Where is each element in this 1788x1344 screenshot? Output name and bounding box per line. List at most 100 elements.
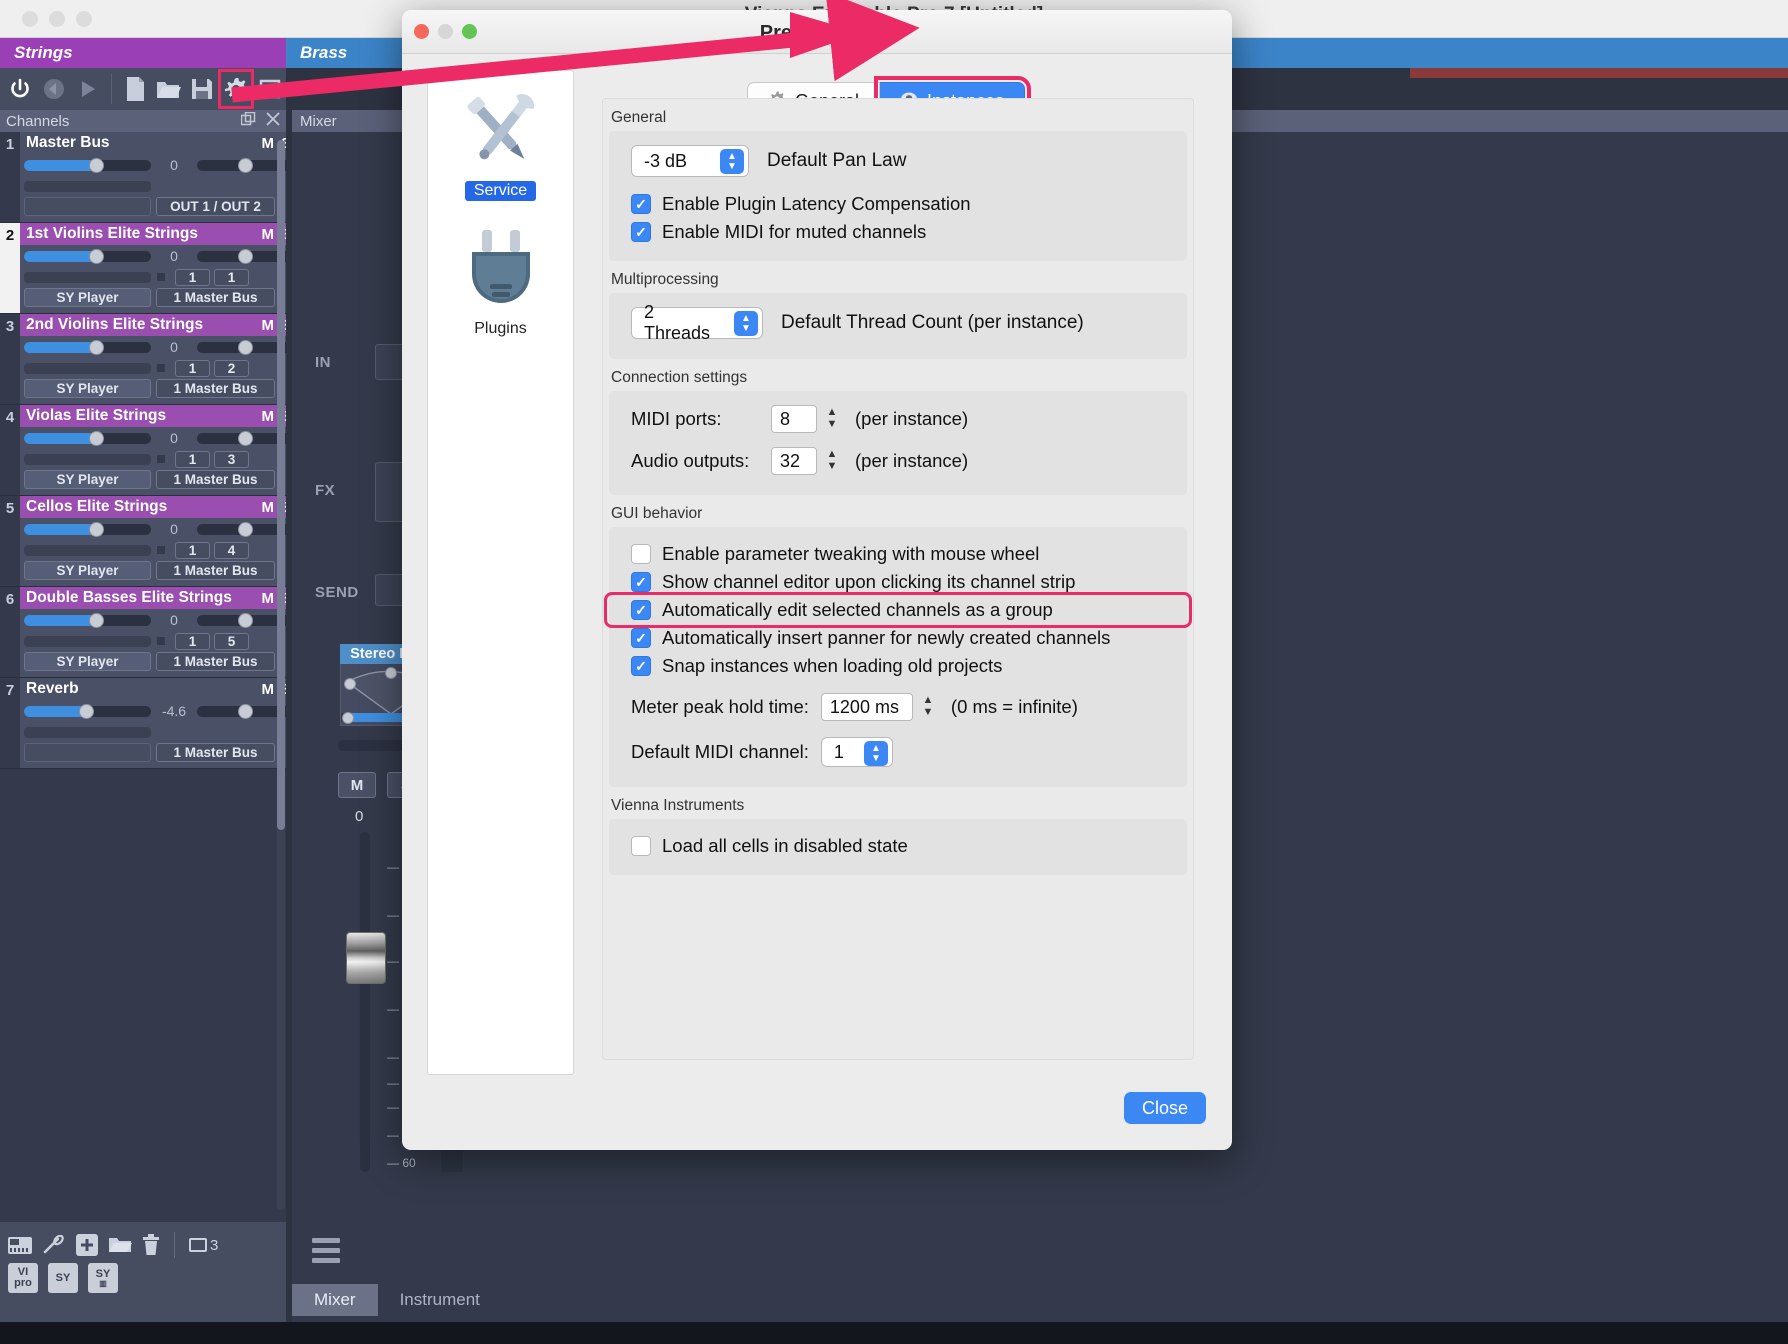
channel-midi-number[interactable]: 5 bbox=[214, 632, 249, 650]
channel-mute-button[interactable]: M bbox=[261, 681, 274, 698]
channel-volume-slider[interactable] bbox=[24, 703, 151, 719]
checkbox-show-channel-editor[interactable]: ✓ bbox=[631, 572, 651, 592]
checkbox-insert-panner[interactable]: ✓ bbox=[631, 628, 651, 648]
peak-hold-field[interactable]: 1200 ms bbox=[820, 693, 913, 721]
channel-pan-slider[interactable] bbox=[197, 612, 286, 628]
channel-row[interactable]: 32nd Violins Elite StringsMS012SY Player… bbox=[0, 314, 286, 405]
channel-pan-slider[interactable] bbox=[197, 339, 286, 355]
channel-output-button[interactable]: OUT 1 / OUT 2 bbox=[156, 197, 275, 216]
audio-outputs-stepper[interactable]: ▲ ▼ bbox=[823, 449, 841, 472]
channel-title[interactable]: Cellos Elite StringsMS bbox=[20, 496, 286, 518]
channel-port-number[interactable]: 1 bbox=[175, 450, 210, 468]
bottom-tab-instrument[interactable]: Instrument bbox=[378, 1284, 502, 1316]
checkbox-row-load-disabled[interactable]: Load all cells in disabled state bbox=[609, 833, 1187, 859]
channel-pan-slider[interactable] bbox=[197, 248, 286, 264]
fader-handle[interactable] bbox=[346, 932, 386, 984]
channel-volume-slider[interactable] bbox=[24, 430, 151, 446]
thread-count-select[interactable]: 2 Threads ▲ ▼ bbox=[631, 302, 763, 343]
checkbox-edit-as-group[interactable]: ✓ bbox=[631, 600, 651, 620]
channel-output-button[interactable]: 1 Master Bus bbox=[156, 652, 275, 671]
duplicate-panel-icon[interactable] bbox=[240, 111, 256, 131]
preferences-gear-button[interactable] bbox=[218, 69, 255, 109]
channel-plugin-button[interactable]: SY Player bbox=[24, 379, 151, 398]
channel-title[interactable]: Double Basses Elite StringsMS bbox=[20, 587, 286, 609]
channel-list[interactable]: 1Master BusMS0OUT 1 / OUT 2 2 1st Violins … bbox=[0, 132, 286, 1222]
channel-mute-button[interactable]: M bbox=[261, 590, 274, 607]
channel-volume-slider[interactable] bbox=[24, 339, 151, 355]
channel-output-button[interactable]: 1 Master Bus bbox=[156, 379, 275, 398]
midi-channel-select[interactable]: 1 ▲ ▼ bbox=[820, 737, 893, 767]
midi-ports-stepper[interactable]: ▲ ▼ bbox=[823, 407, 841, 430]
channel-plugin-button[interactable]: SY Player bbox=[24, 288, 151, 307]
cable-icon[interactable] bbox=[42, 1235, 66, 1255]
play-icon[interactable] bbox=[72, 71, 104, 107]
channel-volume-slider[interactable] bbox=[24, 248, 151, 264]
trash-icon[interactable] bbox=[142, 1234, 160, 1256]
channel-mute-button[interactable]: M bbox=[261, 317, 274, 334]
channel-midi-number[interactable]: 2 bbox=[214, 359, 249, 377]
channel-pan-slider[interactable] bbox=[197, 157, 286, 173]
checkbox-row-edit-as-group[interactable]: ✓ Automatically edit selected channels a… bbox=[604, 592, 1192, 628]
channel-plugin-button[interactable] bbox=[24, 743, 151, 762]
scrollbar-thumb[interactable] bbox=[277, 140, 285, 830]
channel-row[interactable]: 1Master BusMS0OUT 1 / OUT 2 bbox=[0, 132, 286, 223]
channel-mute-button[interactable]: M bbox=[261, 499, 274, 516]
pan-knob-left[interactable] bbox=[344, 678, 356, 690]
chip-vi-pro[interactable]: VI pro bbox=[8, 1263, 38, 1293]
channel-row[interactable]: 21st Violins Elite StringsMS011SY Player… bbox=[0, 223, 286, 314]
channel-row[interactable]: 5Cellos Elite StringsMS014SY Player1 Mas… bbox=[0, 496, 286, 587]
pan-law-select[interactable]: -3 dB ▲ ▼ bbox=[631, 145, 749, 177]
chip-sy-keys[interactable]: SY ▥ bbox=[88, 1263, 118, 1293]
pan-knob-center[interactable] bbox=[385, 667, 397, 679]
channel-title[interactable]: 1st Violins Elite StringsMS bbox=[20, 223, 286, 245]
checkbox-row-insert-panner[interactable]: ✓ Automatically insert panner for newly … bbox=[609, 625, 1187, 651]
channel-volume-slider[interactable] bbox=[24, 612, 151, 628]
checkbox-row-mouse-wheel[interactable]: Enable parameter tweaking with mouse whe… bbox=[609, 541, 1187, 567]
channel-plugin-button[interactable]: SY Player bbox=[24, 470, 151, 489]
checkbox-mouse-wheel[interactable] bbox=[631, 544, 651, 564]
midi-channel-stepper[interactable]: ▲ ▼ bbox=[863, 741, 888, 766]
channel-title[interactable]: ReverbMS bbox=[20, 678, 286, 700]
checkbox-snap-instances[interactable]: ✓ bbox=[631, 656, 651, 676]
channel-mute-button[interactable]: M bbox=[261, 226, 274, 243]
channel-row[interactable]: 4Violas Elite StringsMS013SY Player1 Mas… bbox=[0, 405, 286, 496]
channel-port-number[interactable]: 1 bbox=[175, 632, 210, 650]
channel-volume-slider[interactable] bbox=[24, 521, 151, 537]
channel-port-number[interactable]: 1 bbox=[175, 268, 210, 286]
channel-mute-button[interactable]: M bbox=[261, 135, 274, 152]
checkbox-load-disabled[interactable] bbox=[631, 836, 651, 856]
checkbox-midi-muted[interactable]: ✓ bbox=[631, 222, 651, 242]
sidebar-item-service[interactable]: Service bbox=[428, 85, 573, 201]
close-panel-icon[interactable] bbox=[266, 112, 280, 130]
channel-mute-button[interactable]: M bbox=[261, 408, 274, 425]
checkbox-row-snap-instances[interactable]: ✓ Snap instances when loading old projec… bbox=[609, 653, 1187, 679]
channel-title[interactable]: 2nd Violins Elite StringsMS bbox=[20, 314, 286, 336]
folder-icon[interactable] bbox=[108, 1235, 132, 1255]
channel-output-button[interactable]: 1 Master Bus bbox=[156, 470, 275, 489]
back-icon[interactable] bbox=[38, 71, 70, 107]
mixer-mute-button[interactable]: M bbox=[338, 772, 376, 798]
channel-pan-slider[interactable] bbox=[197, 703, 286, 719]
channel-plugin-button[interactable]: SY Player bbox=[24, 652, 151, 671]
peak-hold-stepper[interactable]: ▲ ▼ bbox=[919, 695, 937, 718]
pan-law-stepper[interactable]: ▲ ▼ bbox=[720, 149, 744, 174]
channel-list-scrollbar[interactable] bbox=[277, 140, 285, 1210]
channel-plugin-button[interactable] bbox=[24, 197, 151, 216]
window-icon[interactable] bbox=[254, 71, 286, 107]
checkbox-plugin-latency[interactable]: ✓ bbox=[631, 194, 651, 214]
audio-outputs-field[interactable]: 32 bbox=[771, 447, 817, 475]
checkbox-row-plugin-latency[interactable]: ✓ Enable Plugin Latency Compensation bbox=[609, 191, 1187, 217]
channel-row[interactable]: 6Double Basses Elite StringsMS015SY Play… bbox=[0, 587, 286, 678]
add-icon[interactable] bbox=[76, 1234, 98, 1256]
new-file-icon[interactable] bbox=[119, 71, 151, 107]
power-icon[interactable] bbox=[4, 71, 36, 107]
channel-midi-number[interactable]: 1 bbox=[214, 268, 249, 286]
channel-midi-number[interactable]: 3 bbox=[214, 450, 249, 468]
channel-row[interactable]: 7ReverbMS-4.61 Master Bus bbox=[0, 678, 286, 769]
channel-title[interactable]: Master BusMS bbox=[20, 132, 286, 154]
mixer-fader[interactable] bbox=[346, 832, 386, 1172]
channel-midi-number[interactable]: 4 bbox=[214, 541, 249, 559]
bottom-tab-mixer[interactable]: Mixer bbox=[292, 1284, 378, 1316]
checkbox-row-show-channel-editor[interactable]: ✓ Show channel editor upon clicking its … bbox=[609, 569, 1187, 595]
channel-port-number[interactable]: 1 bbox=[175, 541, 210, 559]
